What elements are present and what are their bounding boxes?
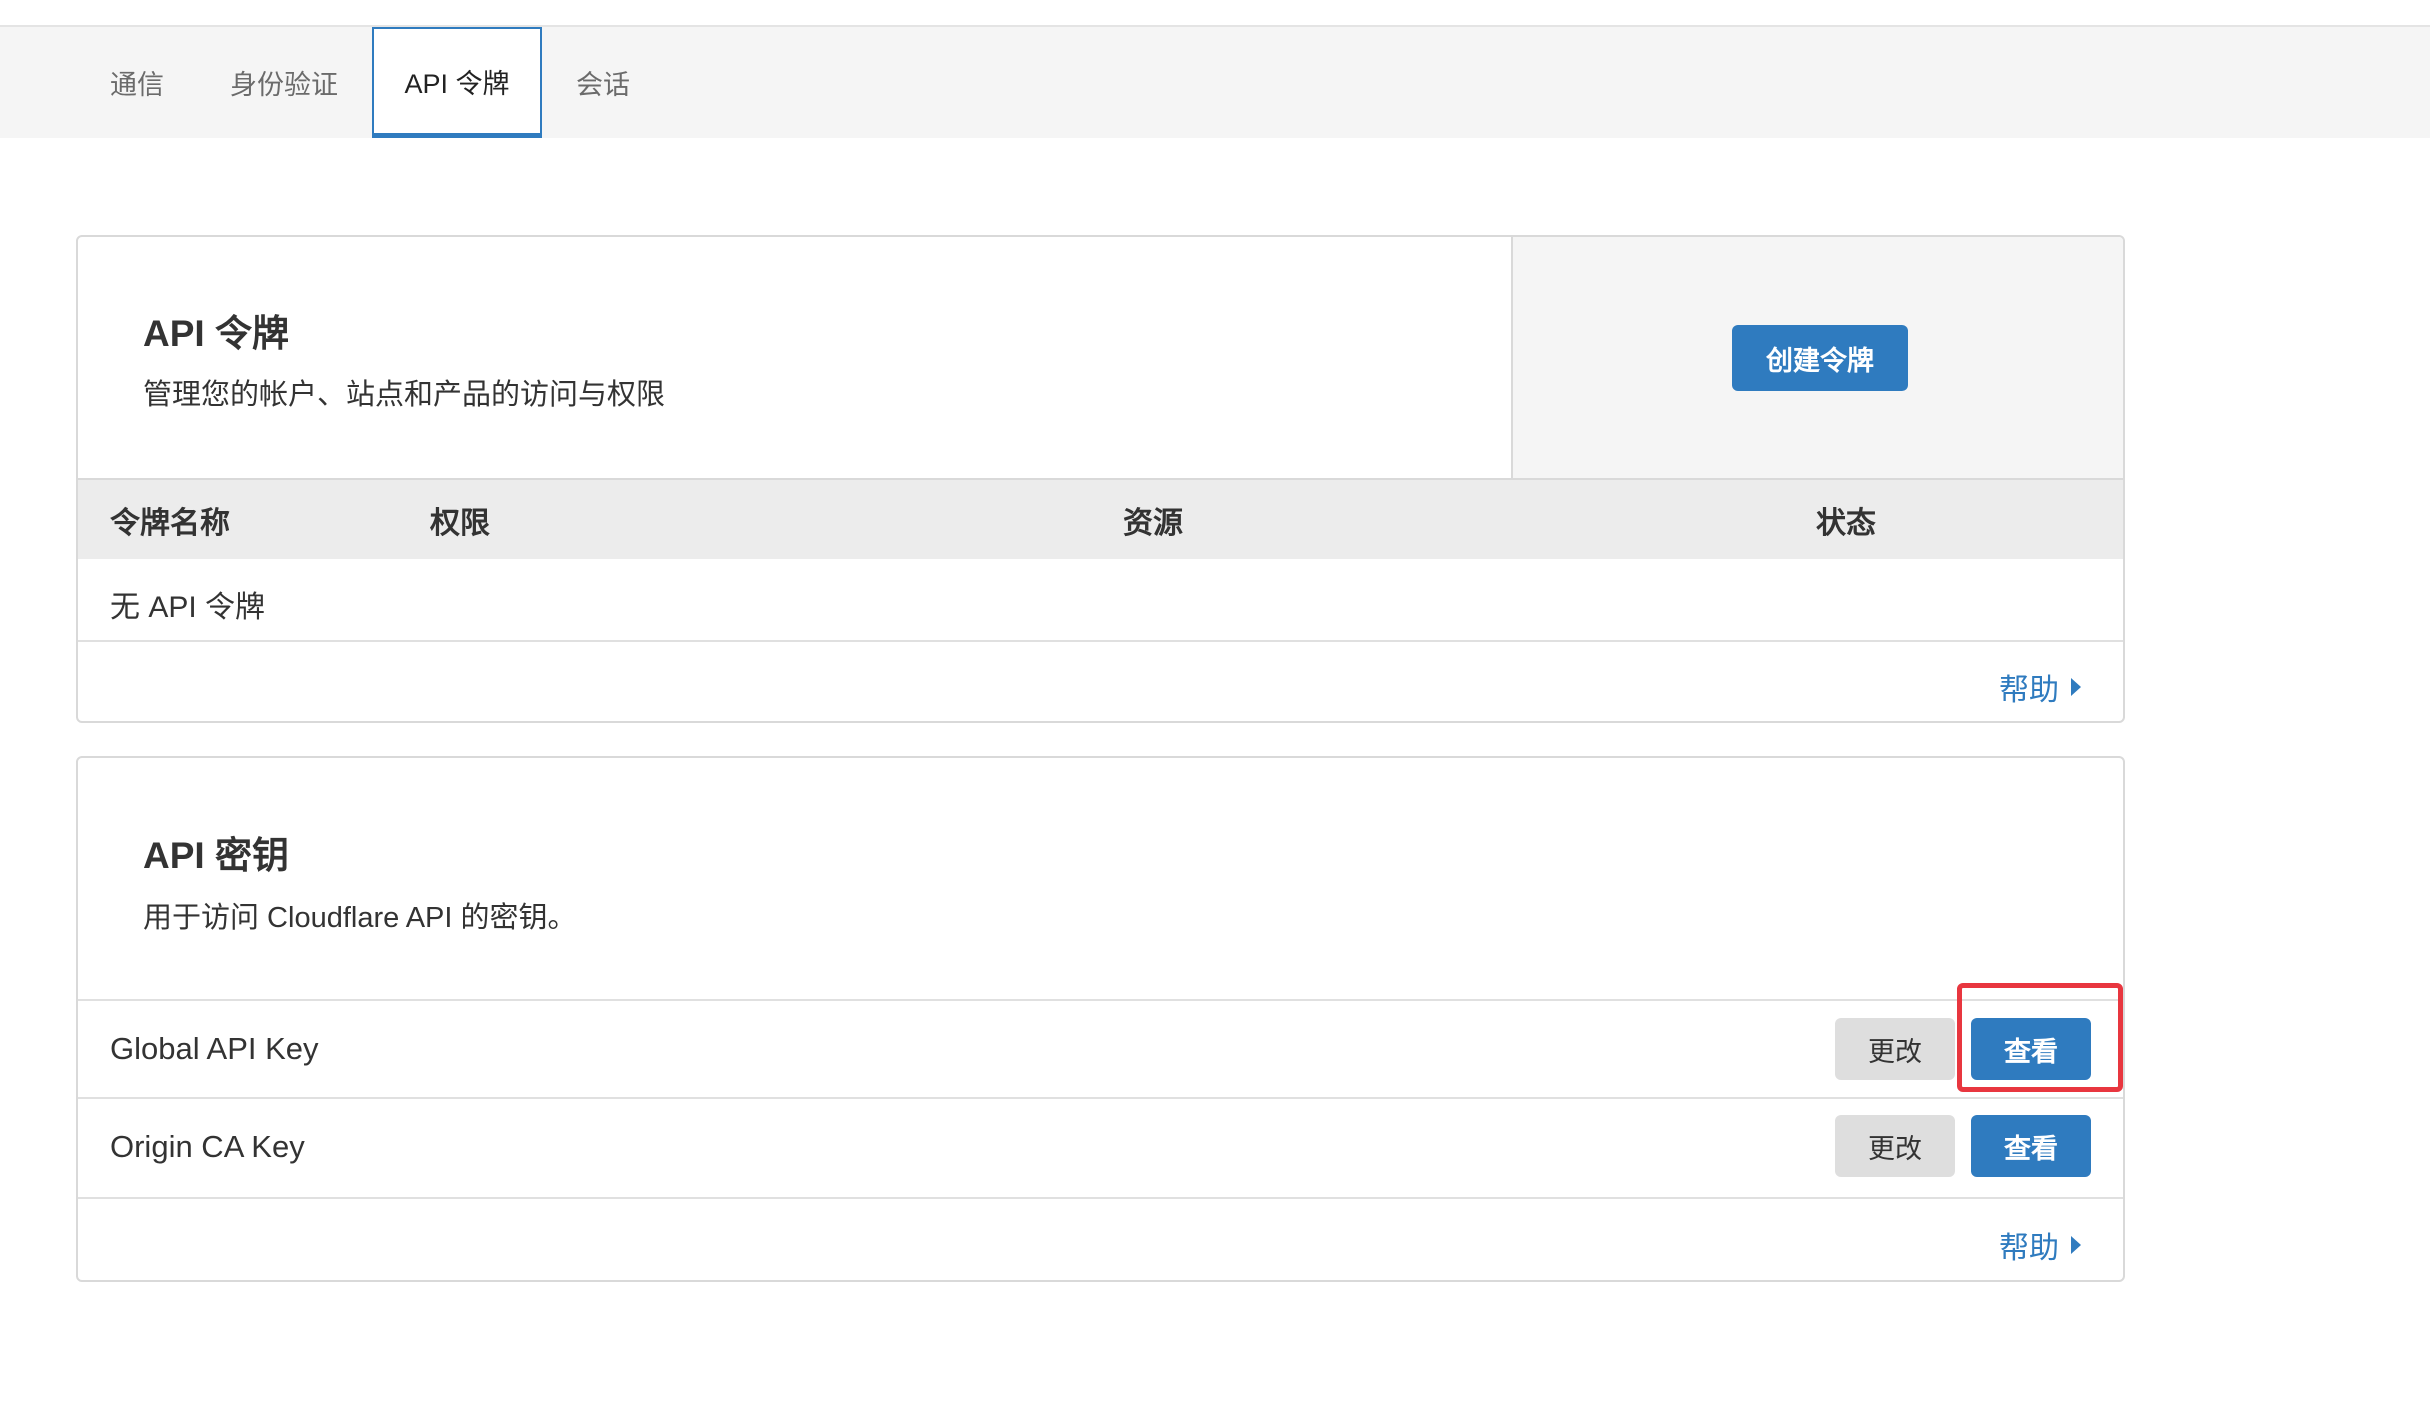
tab-bar: 通信 身份验证 API 令牌 会话 <box>0 27 2430 138</box>
view-origin-key-button[interactable]: 查看 <box>1971 1115 2091 1177</box>
tab-label: API 令牌 <box>404 68 510 99</box>
tab-label: 会话 <box>576 70 630 100</box>
key-row-origin-ca-key: Origin CA Key 更改 查看 <box>78 1099 2123 1195</box>
api-keys-help-link[interactable]: 帮助 <box>1999 1223 2081 1267</box>
api-keys-description: 用于访问 Cloudflare API 的密钥。 <box>143 902 577 934</box>
column-header-token-name: 令牌名称 <box>110 506 230 540</box>
create-token-button[interactable]: 创建令牌 <box>1732 325 1908 391</box>
api-keys-card: API 密钥 用于访问 Cloudflare API 的密钥。 Global A… <box>76 756 2125 1282</box>
top-border <box>0 0 2430 27</box>
change-origin-key-button[interactable]: 更改 <box>1835 1115 1955 1177</box>
tab-sessions[interactable]: 会话 <box>556 27 650 138</box>
tab-communication[interactable]: 通信 <box>84 27 190 138</box>
api-tokens-title: API 令牌 <box>143 313 289 354</box>
api-keys-title: API 密钥 <box>143 835 289 876</box>
tokens-table-header: 令牌名称 权限 资源 状态 <box>78 478 2123 559</box>
help-link-label: 帮助 <box>1999 1232 2059 1265</box>
key-row-global-api-key: Global API Key 更改 查看 <box>78 1001 2123 1097</box>
tab-api-tokens[interactable]: API 令牌 <box>372 27 542 138</box>
empty-tokens-message: 无 API 令牌 <box>110 591 266 624</box>
divider <box>78 1197 2123 1199</box>
column-header-resources: 资源 <box>1123 506 1183 540</box>
key-name: Global API Key <box>110 1031 319 1066</box>
tab-label: 通信 <box>110 70 164 100</box>
tab-label: 身份验证 <box>230 70 338 100</box>
column-header-permissions: 权限 <box>430 506 490 540</box>
help-link-label: 帮助 <box>1999 674 2059 707</box>
create-token-panel: 创建令牌 <box>1511 237 2123 478</box>
api-tokens-description: 管理您的帐户、站点和产品的访问与权限 <box>143 379 666 411</box>
divider <box>78 640 2123 642</box>
change-global-key-button[interactable]: 更改 <box>1835 1018 1955 1080</box>
api-tokens-help-link[interactable]: 帮助 <box>1999 665 2081 709</box>
caret-right-icon <box>2071 1236 2081 1254</box>
api-tokens-card: API 令牌 管理您的帐户、站点和产品的访问与权限 创建令牌 令牌名称 权限 资… <box>76 235 2125 723</box>
key-name: Origin CA Key <box>110 1129 305 1164</box>
tab-authentication[interactable]: 身份验证 <box>208 27 360 138</box>
view-global-key-button[interactable]: 查看 <box>1971 1018 2091 1080</box>
column-header-status: 状态 <box>1816 506 1876 540</box>
caret-right-icon <box>2071 678 2081 696</box>
